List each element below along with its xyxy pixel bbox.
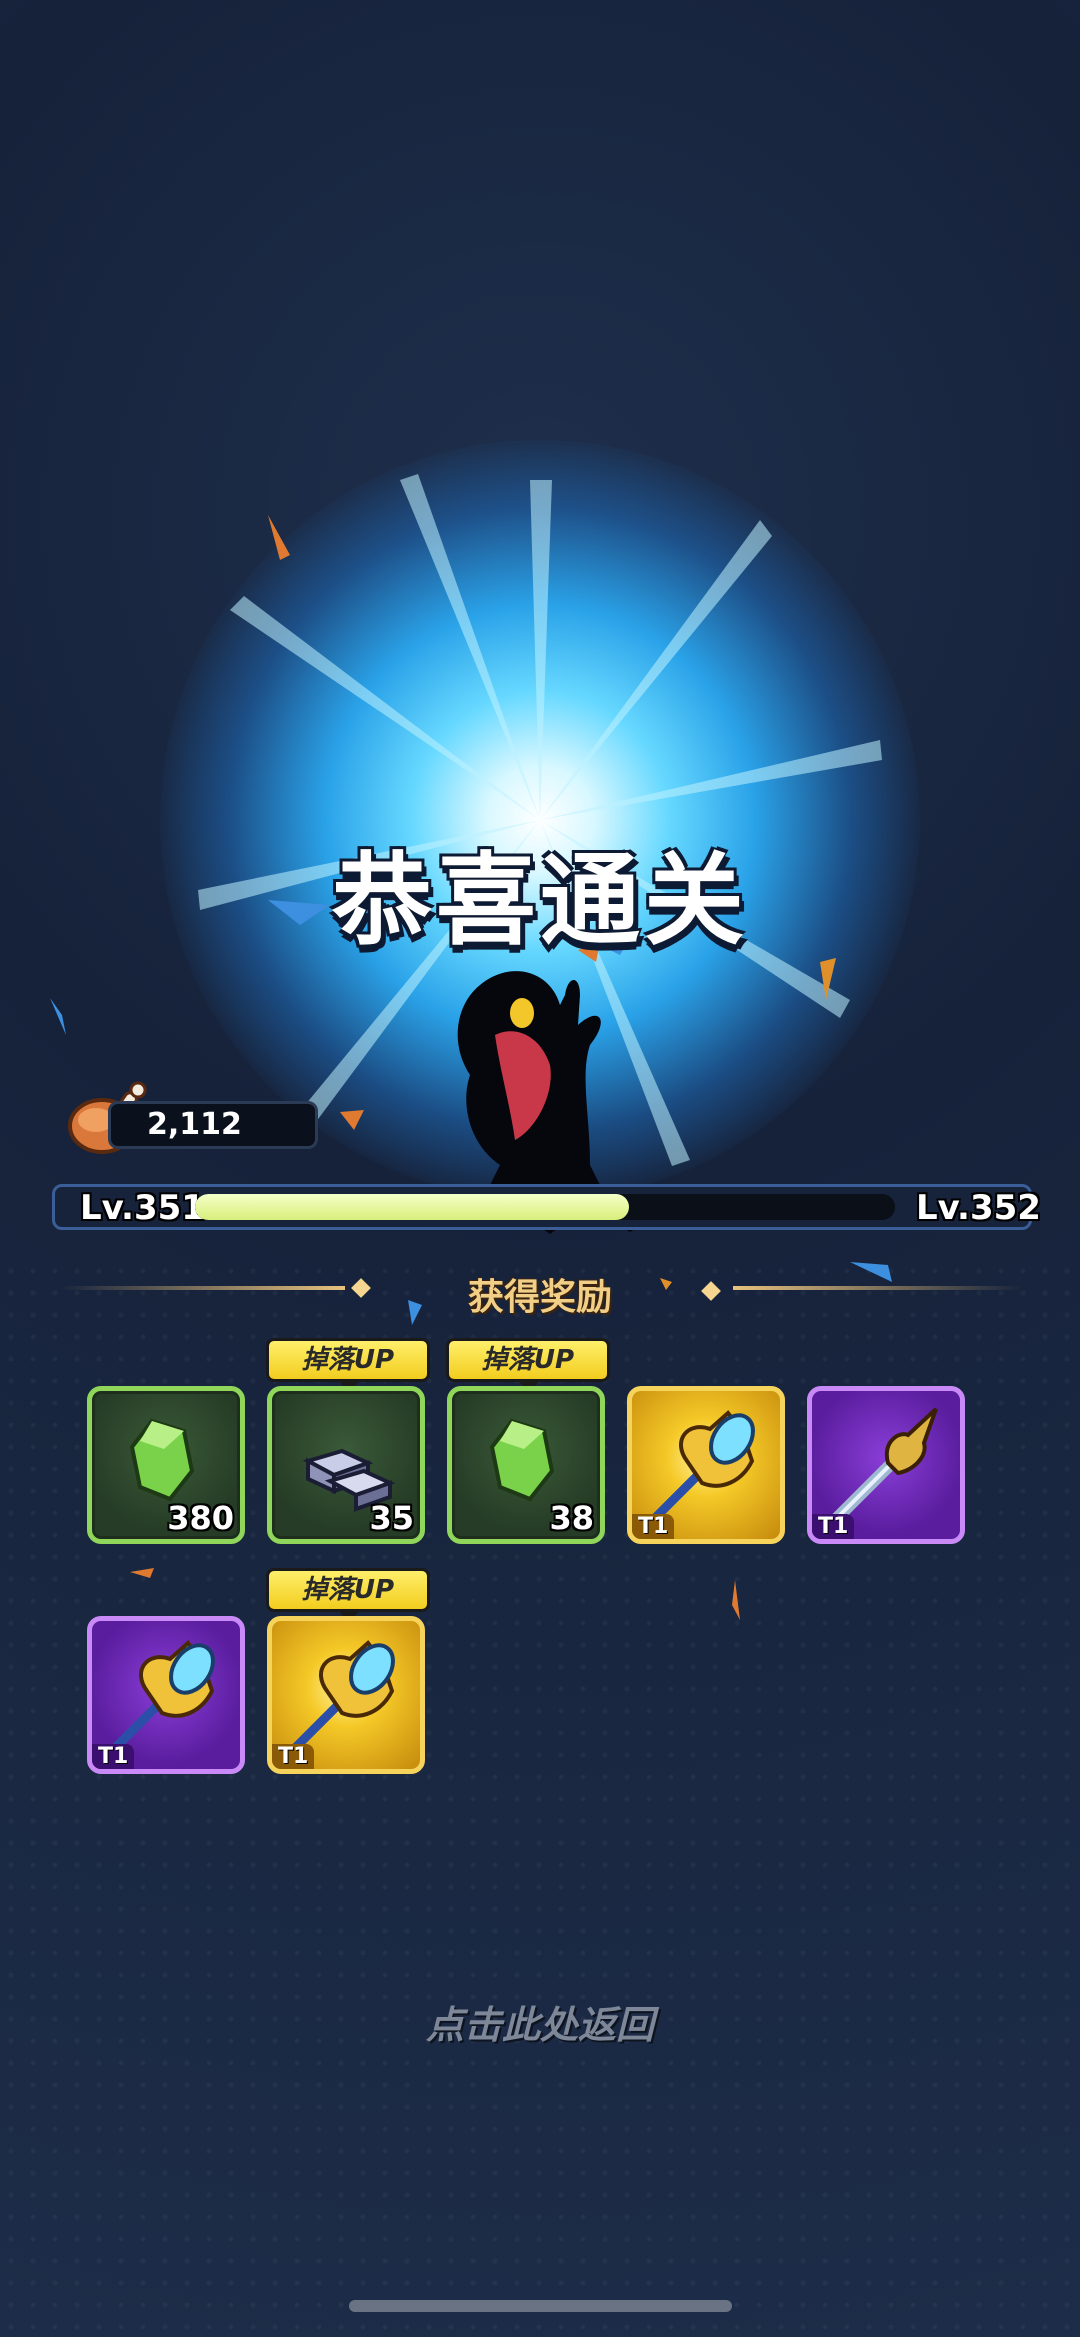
tier-badge: T1 (272, 1744, 315, 1769)
home-indicator[interactable] (349, 2300, 732, 2312)
level-progress-track (195, 1194, 895, 1220)
drop-up-badge: 掉落UP (446, 1338, 610, 1393)
reward-item-gold-trident[interactable]: T1 (267, 1616, 425, 1774)
tier-badge: T1 (632, 1514, 675, 1539)
reward-item-green-gem[interactable]: 38 (447, 1386, 605, 1544)
next-level-label: Lv.352 (916, 1188, 1041, 1228)
reward-quantity: 35 (369, 1499, 414, 1537)
reward-quantity: 38 (549, 1499, 594, 1537)
reward-item-iron-ingot[interactable]: 35 (267, 1386, 425, 1544)
drop-up-badge: 掉落UP (266, 1338, 430, 1393)
reward-item-purple-trident[interactable]: T1 (87, 1616, 245, 1774)
tier-badge: T1 (92, 1744, 135, 1769)
reward-item-gold-trident[interactable]: T1 (627, 1386, 785, 1544)
victory-title: 恭喜通关 (332, 842, 748, 959)
level-progress-fill (195, 1194, 629, 1220)
current-level-label: Lv.351 (80, 1188, 205, 1228)
meat-counter: 2,112 (108, 1101, 318, 1149)
reward-item-purple-spear[interactable]: T1 (807, 1386, 965, 1544)
reward-quantity: 380 (167, 1499, 234, 1537)
reward-item-green-gem[interactable]: 380 (87, 1386, 245, 1544)
tier-badge: T1 (812, 1514, 855, 1539)
drop-up-badge: 掉落UP (266, 1568, 430, 1623)
tap-to-return-button[interactable]: 点击此处返回 (0, 1994, 1080, 2049)
rewards-title: 获得奖励 (467, 1277, 612, 1318)
rewards-divider-right (733, 1286, 1023, 1290)
